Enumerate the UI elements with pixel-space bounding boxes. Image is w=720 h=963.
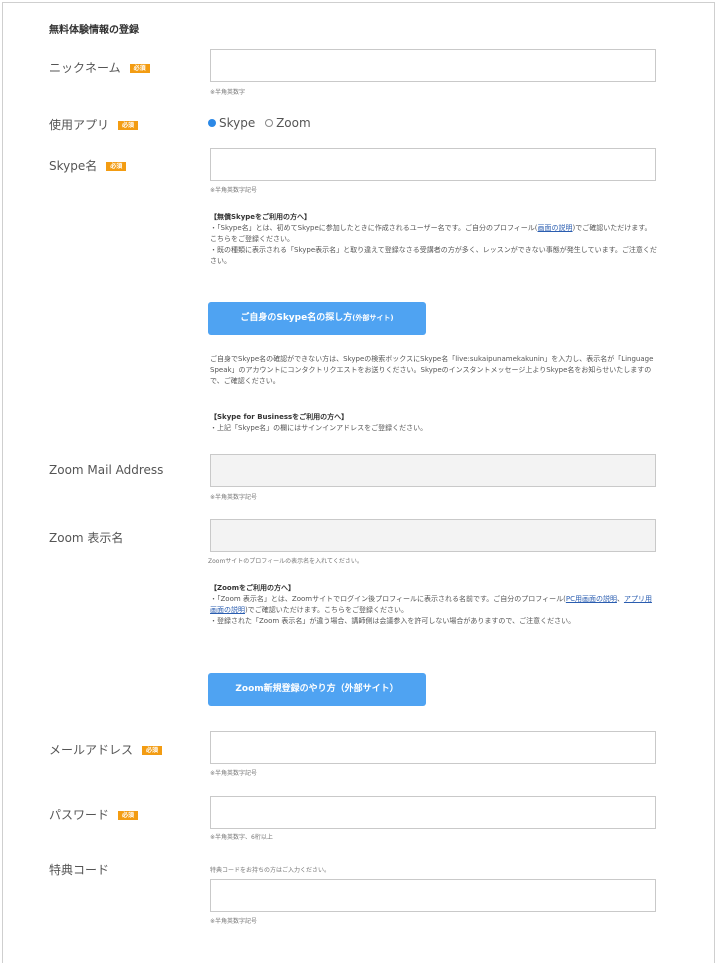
- required-badge: 必須: [118, 811, 139, 820]
- promo-code-label: 特典コード: [49, 863, 110, 877]
- radio-zoom-label: Zoom: [276, 116, 311, 130]
- skype-screen-link[interactable]: 画面の説明: [538, 224, 573, 232]
- app-label-text: 使用アプリ: [49, 118, 110, 132]
- skype-business-heading: 【Skype for Businessをご利用の方へ】: [210, 413, 349, 421]
- nickname-hint: ※半角英数字: [210, 89, 246, 96]
- zoom-signup-guide-button[interactable]: Zoom新規登録のやり方（外部サイト）: [208, 673, 426, 706]
- password-input[interactable]: [210, 796, 656, 829]
- zoom-pc-screen-link[interactable]: PC用画面の説明: [566, 595, 617, 603]
- required-badge: 必須: [118, 121, 139, 130]
- password-label-text: パスワード: [49, 808, 110, 822]
- skype-lookup-text: ご自身でSkype名の確認ができない方は、Skypeの検索ボックスにSkype名…: [210, 355, 654, 385]
- nickname-input[interactable]: [210, 49, 656, 82]
- email-hint: ※半角英数字記号: [210, 770, 258, 777]
- password-hint: ※半角英数字、6桁以上: [210, 834, 273, 841]
- nickname-label-text: ニックネーム: [49, 61, 121, 75]
- skype-note: 【無償Skypeをご利用の方へ】 ・「Skype名」とは、初めてSkypeに参加…: [210, 212, 658, 267]
- zoom-note-text-end: )でご確認いただけます。こちらをご登録ください。: [245, 606, 409, 614]
- radio-zoom[interactable]: Zoom: [265, 116, 311, 130]
- skype-business-text: ・上記「Skype名」の欄にはサインインアドレスをご登録ください。: [210, 424, 428, 432]
- zoom-mail-hint: ※半角英数字記号: [210, 494, 258, 501]
- email-input[interactable]: [210, 731, 656, 764]
- skype-name-hint: ※半角英数字記号: [210, 187, 258, 194]
- skype-name-guide-button-label: ご自身のSkype名の探し方: [240, 313, 353, 323]
- promo-code-hint: ※半角英数字記号: [210, 918, 258, 925]
- skype-note-heading: 【無償Skypeをご利用の方へ】: [210, 213, 312, 221]
- password-label: パスワード 必須: [49, 806, 139, 823]
- radio-unselected-icon: [265, 119, 274, 127]
- skype-name-guide-button-sub: (外部サイト): [352, 314, 394, 322]
- zoom-note-heading: 【Zoomをご利用の方へ】: [210, 584, 295, 592]
- promo-code-hint-top: 特典コードをお持ちの方はご入力ください。: [210, 867, 331, 874]
- email-label: メールアドレス 必須: [49, 741, 163, 758]
- skype-business-note: 【Skype for Businessをご利用の方へ】 ・上記「Skype名」の…: [210, 412, 658, 434]
- app-label: 使用アプリ 必須: [49, 116, 139, 133]
- radio-skype-label: Skype: [219, 116, 256, 130]
- skype-name-label-text: Skype名: [49, 159, 98, 173]
- skype-name-input[interactable]: [210, 148, 656, 181]
- zoom-note-line2: ・登録された「Zoom 表示名」が違う場合、講師側は会議参入を許可しない場合があ…: [210, 617, 576, 625]
- zoom-note: 【Zoomをご利用の方へ】 ・「Zoom 表示名」とは、Zoomサイトでログイン…: [210, 583, 658, 627]
- skype-note-text: ・「Skype名」とは、初めてSkypeに参加したときに作成されるユーザー名です…: [210, 224, 538, 232]
- zoom-name-hint: Zoomサイトのプロフィールの表示名を入れてください。: [208, 558, 363, 565]
- skype-note-line2: ・既の種類に表示される「Skype表示名」と取り違えて登録なさる受講者の方が多く…: [210, 246, 657, 265]
- nickname-label: ニックネーム 必須: [49, 59, 150, 76]
- skype-name-guide-button[interactable]: ご自身のSkype名の探し方(外部サイト): [208, 302, 426, 335]
- zoom-note-text: ・「Zoom 表示名」とは、Zoomサイトでログイン後プロフィールに表示される名…: [210, 595, 566, 603]
- zoom-note-line1: ・「Zoom 表示名」とは、Zoomサイトでログイン後プロフィールに表示される名…: [210, 594, 658, 616]
- radio-skype[interactable]: Skype: [208, 116, 255, 130]
- zoom-note-sep: 、: [616, 595, 624, 603]
- required-badge: 必須: [129, 64, 150, 73]
- zoom-mail-input[interactable]: [210, 454, 656, 487]
- registration-form: 無料体験情報の登録 ニックネーム 必須 ※半角英数字 使用アプリ 必須 Skype …: [2, 2, 715, 963]
- skype-name-label: Skype名 必須: [49, 157, 127, 174]
- zoom-mail-label: Zoom Mail Address: [49, 463, 164, 477]
- page-title: 無料体験情報の登録: [49, 25, 139, 36]
- skype-note-line1: ・「Skype名」とは、初めてSkypeに参加したときに作成されるユーザー名です…: [210, 223, 658, 245]
- required-badge: 必須: [142, 746, 163, 755]
- zoom-name-label: Zoom 表示名: [49, 531, 124, 545]
- promo-code-input[interactable]: [210, 879, 656, 912]
- radio-selected-icon: [208, 119, 216, 127]
- app-radio-group: Skype Zoom: [208, 116, 317, 130]
- required-badge: 必須: [106, 162, 127, 171]
- zoom-name-input[interactable]: [210, 519, 656, 552]
- email-label-text: メールアドレス: [49, 743, 134, 757]
